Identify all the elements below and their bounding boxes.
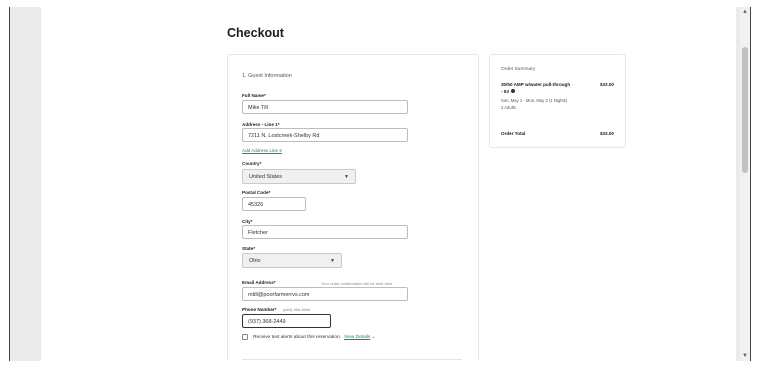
chevron-down-icon: ⌄ xyxy=(371,334,376,340)
text-alerts-label: Receive text alerts about this reservati… xyxy=(253,334,341,340)
order-item-guests: 2 Adults xyxy=(501,105,516,110)
order-total-value: $33.00 xyxy=(599,131,614,136)
city-label: City* xyxy=(242,219,253,224)
email-input[interactable]: mtill@poorfarmerrvs.com xyxy=(242,287,408,301)
view-details-link[interactable]: View Details xyxy=(344,335,370,340)
checkout-page: Checkout 1. Guest Information Full Name*… xyxy=(41,7,736,361)
full-name-input[interactable]: Mike Till xyxy=(242,100,408,114)
country-label: Country* xyxy=(242,161,262,166)
text-alerts-checkbox[interactable] xyxy=(242,334,248,340)
phone-label: Phone Number* xyxy=(242,307,277,312)
scroll-down-arrow-icon[interactable]: ▼ xyxy=(740,351,750,361)
phone-format-hint: (###) ###-#### xyxy=(283,307,311,312)
postal-code-input[interactable]: 45326 xyxy=(242,197,306,211)
state-select[interactable]: Ohio ▼ xyxy=(242,253,342,268)
order-item-dates: Sun, May 1 - Mon, May 2 (1 Nights) xyxy=(501,98,568,103)
browser-viewport: Checkout 1. Guest Information Full Name*… xyxy=(9,7,751,361)
chevron-down-icon: ▼ xyxy=(344,174,349,180)
guest-information-card: 1. Guest Information Full Name* Mike Til… xyxy=(227,54,479,361)
order-summary-title: Order Summary xyxy=(501,67,536,72)
state-label: State* xyxy=(242,246,256,251)
full-name-label: Full Name* xyxy=(242,93,266,98)
section-title: 1. Guest Information xyxy=(242,73,292,79)
address-line1-label: Address - Line 1* xyxy=(242,122,280,127)
email-hint: Your order confirmation will be sent her… xyxy=(321,281,393,286)
info-icon[interactable] xyxy=(511,89,516,94)
state-select-value: Ohio xyxy=(249,258,261,264)
add-address-line2-link[interactable]: Add Address Line 2 xyxy=(242,148,282,153)
country-select[interactable]: United States ▼ xyxy=(242,169,356,184)
order-summary-card: Order Summary 30/50 AMP w/water pull-thr… xyxy=(489,54,626,148)
postal-code-label: Postal Code* xyxy=(242,190,271,195)
order-item-name: 30/50 AMP w/water pull-through - 53 xyxy=(501,82,571,95)
city-input[interactable]: Fletcher xyxy=(242,225,408,239)
order-item-price: $33.00 xyxy=(599,82,614,87)
country-select-value: United States xyxy=(249,174,283,180)
phone-input[interactable]: (937) 368-2449 xyxy=(242,314,331,328)
scroll-up-arrow-icon[interactable]: ▲ xyxy=(740,7,750,17)
email-label: Email Address* xyxy=(242,280,276,285)
scrollbar-thumb[interactable] xyxy=(742,47,748,173)
text-alerts-row: Receive text alerts about this reservati… xyxy=(242,333,375,341)
chevron-down-icon: ▼ xyxy=(330,258,335,264)
vertical-scrollbar[interactable]: ▲ ▼ xyxy=(740,7,750,361)
address-line1-input[interactable]: 7211 N. Lostcreek-Shelby Rd xyxy=(242,128,408,142)
page-title: Checkout xyxy=(227,26,284,40)
section-divider xyxy=(242,359,462,360)
order-total-label: Order Total xyxy=(501,131,526,136)
